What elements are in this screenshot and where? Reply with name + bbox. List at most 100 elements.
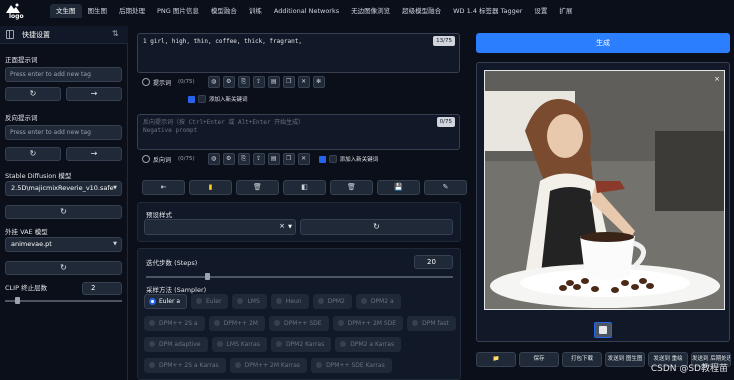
tab-settings[interactable]: 设置 — [528, 4, 553, 18]
negative-send-button[interactable]: → — [66, 147, 122, 161]
sampler-option-dpm2-a[interactable]: DPM2 a — [355, 294, 401, 309]
extra-networks-button[interactable]: ◧ — [283, 180, 326, 195]
settings-icon[interactable]: ⚙ — [222, 153, 235, 165]
generated-image[interactable]: × — [484, 70, 725, 310]
sampler-option-heun[interactable]: Heun — [270, 294, 309, 309]
positive-prompt-label: 正面提示词 — [5, 56, 38, 64]
close-icon[interactable]: × — [279, 222, 285, 230]
negative-toolbar: 反向词 (0/75) ◍ ⚙ ⎘ ⇪ ▤ ❐ ✕ 添加入新关键词 — [142, 153, 378, 165]
sd-model-refresh-button[interactable]: ↻ — [5, 205, 122, 219]
clip-skip-slider-knob[interactable] — [14, 297, 20, 304]
tab-extensions[interactable]: 扩展 — [553, 4, 578, 18]
negative-placeholder-line2: Negative prompt — [143, 127, 198, 134]
sampler-option-euler[interactable]: Euler — [191, 294, 229, 309]
clip-skip-input[interactable]: 2 — [82, 282, 122, 295]
send-to-img2img-button[interactable]: 发送到 图生图 — [605, 352, 645, 367]
sidebar-toggle-icon[interactable] — [6, 30, 14, 39]
sampler-option-dpmpp-sde-karras[interactable]: DPM++ SDE Karras — [311, 358, 392, 373]
tab-tagger[interactable]: WD 1.4 标签器 Tagger — [447, 4, 528, 18]
output-gallery: × — [476, 62, 730, 342]
gear-icon[interactable]: ✻ — [312, 76, 325, 88]
image-icon[interactable]: ▤ — [267, 153, 280, 165]
trash-icon[interactable]: ✕ — [297, 76, 310, 88]
tab-train[interactable]: 训练 — [243, 4, 268, 18]
generate-button[interactable]: 生成 — [476, 33, 730, 53]
sampler-option-lms[interactable]: LMS — [232, 294, 267, 309]
open-folder-button[interactable]: 📁 — [476, 352, 516, 367]
negative-add-tag-checkbox[interactable] — [318, 155, 326, 163]
sampler-option-dpmpp-2m-sde[interactable]: DPM++ 2M SDE — [332, 316, 404, 331]
gallery-thumbnail[interactable] — [594, 322, 612, 338]
apply-style-button[interactable]: ✎ — [424, 180, 467, 195]
clip-skip-slider[interactable] — [5, 297, 122, 304]
globe-icon[interactable]: ◍ — [207, 153, 220, 165]
top-navigation: logo 文生图 图生图 后期处理 PNG 图片信息 模型融合 训练 Addit… — [0, 0, 734, 22]
sampler-option-dpmpp-2m[interactable]: DPM++ 2M — [208, 316, 265, 331]
tab-txt2img[interactable]: 文生图 — [50, 4, 82, 18]
copy-icon[interactable]: ❐ — [282, 76, 295, 88]
tab-additional-networks[interactable]: Additional Networks — [268, 4, 345, 18]
settings-icon[interactable]: ⚙ — [222, 76, 235, 88]
negative-tag-input[interactable]: Press enter to add new tag — [5, 125, 122, 140]
steps-input[interactable]: 20 — [414, 255, 453, 269]
sampler-option-lms-karras[interactable]: LMS Karras — [211, 337, 267, 352]
tab-image-browser[interactable]: 无边图像浏览 — [345, 4, 396, 18]
paste-icon[interactable]: ⎘ — [237, 153, 250, 165]
pin-icon[interactable]: ⇅ — [112, 29, 119, 38]
sampler-option-dpmpp-2s-a-karras[interactable]: DPM++ 2S a Karras — [144, 358, 226, 373]
negative-prompt-textarea[interactable]: 反向提示词（按 Ctrl+Enter 或 Alt+Enter 开始生成） Neg… — [137, 114, 460, 150]
save-button[interactable]: 保存 — [519, 352, 559, 367]
steps-slider-knob[interactable] — [205, 273, 211, 280]
save-style-button[interactable]: 💾 — [377, 180, 420, 195]
upload-icon[interactable]: ⇪ — [252, 76, 265, 88]
sidebar-title: 快捷设置 — [22, 31, 50, 39]
zip-download-button[interactable]: 打包下载 — [562, 352, 602, 367]
sampler-option-dpmpp-2s-a[interactable]: DPM++ 2S a — [144, 316, 205, 331]
globe-icon[interactable]: ◍ — [207, 76, 220, 88]
tab-checkpoint-merger[interactable]: 模型融合 — [205, 4, 243, 18]
trash-button[interactable]: 🗑 — [236, 180, 279, 195]
sampler-option-dpm-adaptive[interactable]: DPM adaptive — [144, 337, 208, 352]
image-icon[interactable]: ▤ — [267, 76, 280, 88]
logo: logo — [4, 2, 26, 21]
negative-refresh-button[interactable]: ↻ — [5, 147, 61, 161]
vae-select[interactable]: animevae.pt ▼ — [5, 237, 122, 252]
negative-tool-label: 反向词 — [153, 156, 172, 164]
sampler-option-dpmpp-sde[interactable]: DPM++ SDE — [268, 316, 329, 331]
paste-icon[interactable]: ⎘ — [237, 76, 250, 88]
sampler-option-dpm2[interactable]: DPM2 — [312, 294, 352, 309]
sampler-option-euler-a[interactable]: Euler a — [144, 294, 188, 309]
tab-img2img[interactable]: 图生图 — [82, 4, 114, 18]
positive-refresh-button[interactable]: ↻ — [5, 87, 61, 101]
trash-icon[interactable]: ✕ — [297, 153, 310, 165]
negative-tool-count: (0/75) — [178, 156, 195, 162]
sd-model-select[interactable]: 2.5D\majicmixReverie_v10.safe ▼ — [5, 181, 122, 196]
sampler-option-dpm2-karras[interactable]: DPM2 Karras — [270, 337, 332, 352]
tab-extras[interactable]: 后期处理 — [113, 4, 151, 18]
sd-model-label: Stable Diffusion 模型 — [5, 172, 72, 180]
read-params-button[interactable]: ⇤ — [142, 180, 185, 195]
prompt-textarea[interactable]: 1 girl, high, thin, coffee, thick, fragr… — [137, 33, 460, 73]
clear-button[interactable]: ▮ — [189, 180, 232, 195]
positive-send-button[interactable]: → — [66, 87, 122, 101]
prompt-add-tag-row: 添加入新关键词 — [188, 93, 248, 105]
sampler-option-dpm2-a-karras[interactable]: DPM2 a Karras — [335, 337, 402, 352]
styles-refresh-button[interactable]: ↻ — [300, 219, 453, 235]
negative-toggle[interactable] — [142, 155, 150, 163]
copy-icon[interactable]: ❐ — [282, 153, 295, 165]
sampler-option-dpm-fast[interactable]: DPM fast — [407, 316, 456, 331]
close-icon[interactable]: × — [714, 75, 720, 83]
sampler-option-dpmpp-2m-karras[interactable]: DPM++ 2M Karras — [229, 358, 308, 373]
delete-style-button[interactable]: 🗑 — [330, 180, 373, 195]
tab-super-merger[interactable]: 超级模型融合 — [396, 4, 447, 18]
positive-tag-input[interactable]: Press enter to add new tag — [5, 67, 122, 82]
sampler-row: DPM adaptive LMS Karras DPM2 Karras DPM2… — [144, 337, 402, 352]
prompt-toggle[interactable] — [142, 78, 150, 86]
add-tag-checkbox[interactable] — [188, 95, 195, 103]
tab-png-info[interactable]: PNG 图片信息 — [151, 4, 205, 18]
steps-slider[interactable] — [146, 273, 453, 280]
upload-icon[interactable]: ⇪ — [252, 153, 265, 165]
prompt-toolbar: 提示词 (0/75) ◍ ⚙ ⎘ ⇪ ▤ ❐ ✕ ✻ — [142, 76, 325, 88]
vae-refresh-button[interactable]: ↻ — [5, 261, 122, 275]
styles-select[interactable]: × ▼ — [144, 219, 296, 235]
